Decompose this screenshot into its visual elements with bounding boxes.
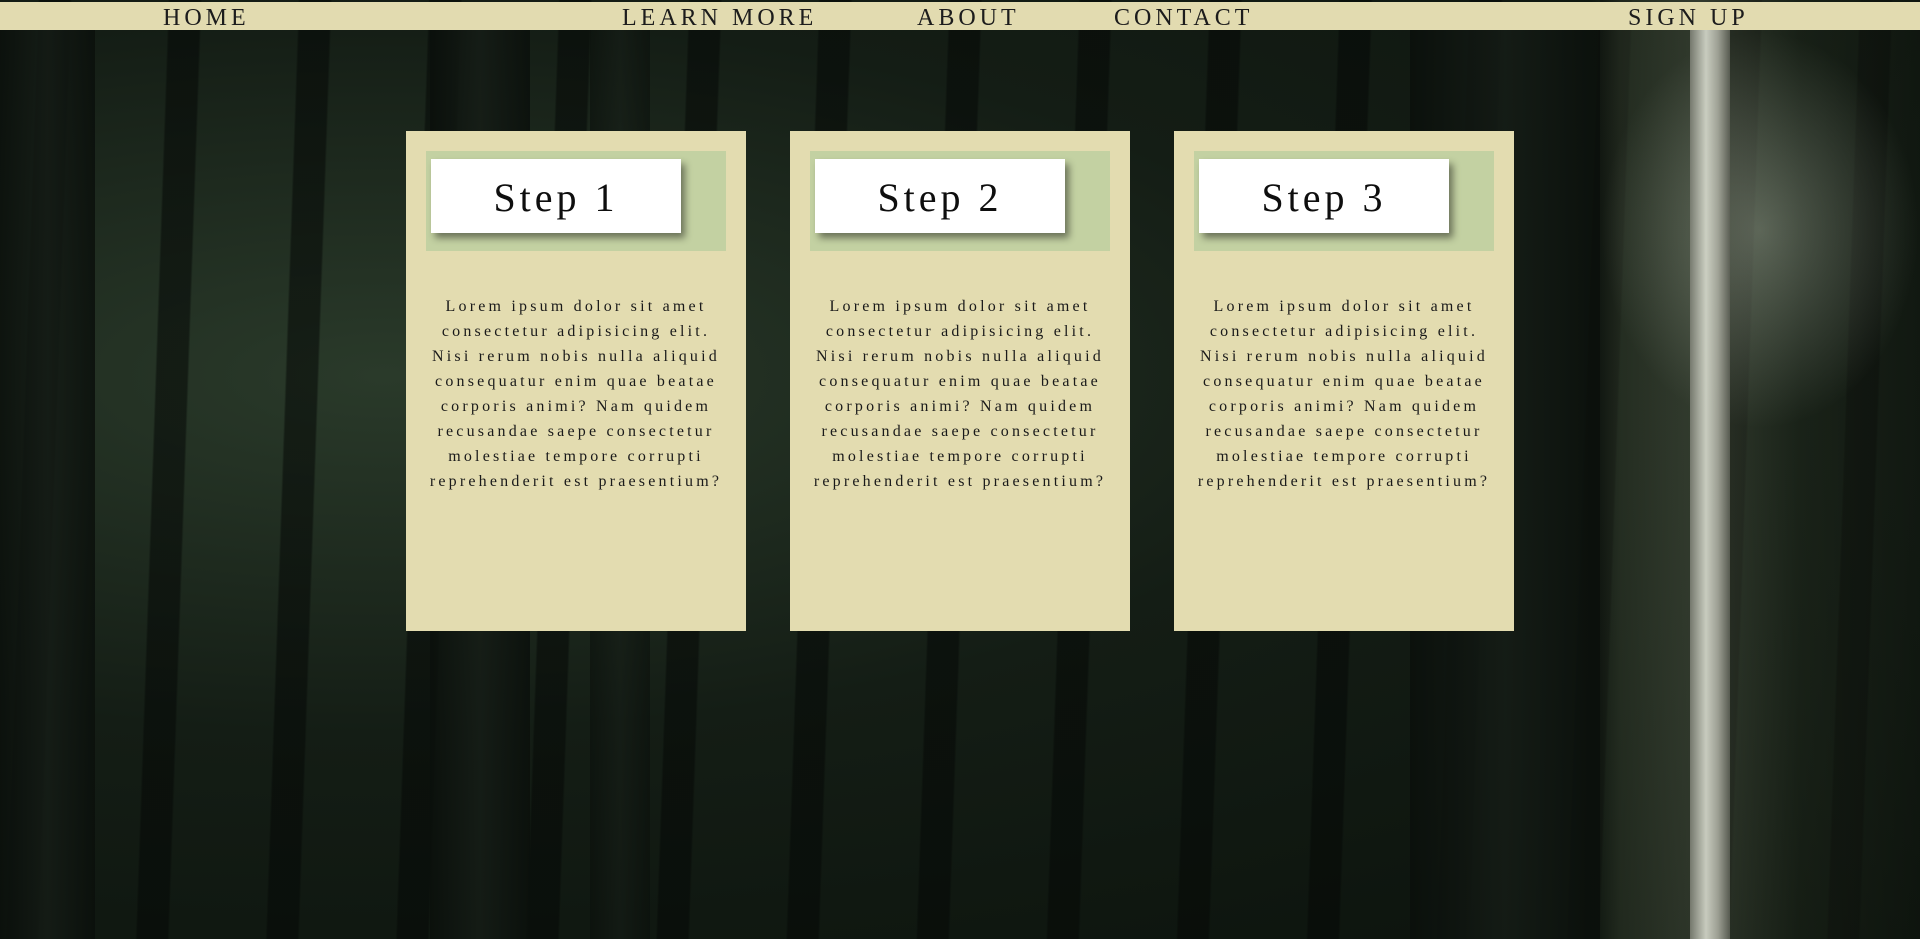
card-title: Step 1	[431, 159, 681, 233]
card-body-text: Lorem ipsum dolor sit amet consectetur a…	[1197, 298, 1491, 490]
card-body-text: Lorem ipsum dolor sit amet consectetur a…	[813, 298, 1107, 490]
nav-link-contact[interactable]: CONTACT	[1114, 4, 1253, 32]
tree-trunk-shape	[0, 30, 95, 939]
top-navigation-bar: HOME LEARN MORE ABOUT CONTACT SIGN UP	[0, 2, 1920, 32]
step-card-2: Step 2 Lorem ipsum dolor sit amet consec…	[790, 131, 1130, 631]
light-patch	[1600, 30, 1920, 430]
step-card-3: Step 3 Lorem ipsum dolor sit amet consec…	[1174, 131, 1514, 631]
nav-link-home[interactable]: HOME	[163, 4, 250, 32]
nav-link-learn-more[interactable]: LEARN MORE	[622, 4, 817, 32]
card-title: Step 2	[815, 159, 1065, 233]
nav-link-about[interactable]: ABOUT	[917, 4, 1020, 32]
card-title: Step 3	[1199, 159, 1449, 233]
birch-trunk-shape	[1690, 30, 1730, 939]
card-body-text: Lorem ipsum dolor sit amet consectetur a…	[429, 298, 723, 490]
nav-link-sign-up[interactable]: SIGN UP	[1628, 4, 1749, 32]
step-card-1: Step 1 Lorem ipsum dolor sit amet consec…	[406, 131, 746, 631]
